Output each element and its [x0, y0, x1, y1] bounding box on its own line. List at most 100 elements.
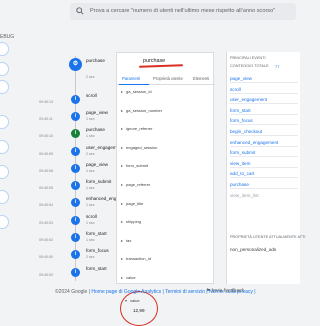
- details-tabs: Parametri Proprietà utente Elementi: [117, 75, 215, 85]
- top-event-link[interactable]: form_submit: [230, 150, 298, 158]
- count-badge: 77: [275, 64, 297, 72]
- total-count-label: CONTEGGIO TOTALE: [230, 64, 269, 68]
- top-event-link[interactable]: form_focus: [230, 118, 298, 126]
- event-time: 09:40:02: [39, 238, 53, 242]
- device-circle[interactable]: [0, 62, 9, 76]
- stream-event[interactable]: 09:40:06 i page_view 1 sec: [39, 160, 108, 178]
- device-circle[interactable]: [0, 42, 9, 56]
- event-name: form_submit: [86, 179, 112, 185]
- event-stream: ⚙ purchase 2 sec 09:40:13 i scroll 09:40:11 i pa…: [39, 56, 123, 282]
- param-row[interactable]: ▸ value: [121, 275, 136, 280]
- param-row[interactable]: ▸ ga_session_id: [121, 89, 152, 94]
- stream-event[interactable]: 09:40:04 i enhanced_engag 1 sec: [39, 194, 122, 212]
- device-circle[interactable]: [0, 140, 9, 154]
- param-row[interactable]: ▸ page_referrer: [121, 182, 150, 187]
- active-tab-indicator: [119, 84, 149, 85]
- chevron-right-icon: ▸: [121, 126, 124, 132]
- top-event-link[interactable]: user_engagement: [230, 97, 298, 105]
- top-event-link[interactable]: enhanced_engagement: [230, 140, 298, 147]
- event-icon: ⚙: [69, 58, 82, 71]
- param-row[interactable]: ▸ tax: [121, 238, 131, 243]
- top-event-link[interactable]: form_start: [230, 108, 298, 115]
- event-details-panel: purchase Parametri Proprietà utente Elem…: [116, 52, 215, 326]
- stream-event[interactable]: 09:40:13 i scroll: [39, 91, 107, 109]
- tab-parametri[interactable]: Parametri: [122, 76, 140, 81]
- chevron-right-icon: ▸: [121, 107, 124, 113]
- event-time: 09:40:00: [39, 255, 53, 260]
- event-gap: 2 sec: [86, 151, 95, 156]
- param-row[interactable]: ▸ shipping: [121, 219, 141, 224]
- chevron-down-icon: ▾: [125, 298, 128, 303]
- search-icon: [76, 7, 84, 15]
- stream-event[interactable]: 09:40:00 i form_focus 2 sec: [39, 246, 109, 264]
- stream-event[interactable]: 09:40:05 i form_submit 1 sec: [39, 177, 111, 195]
- chevron-right-icon: ▸: [121, 200, 124, 206]
- param-row[interactable]: ▸ page_title: [121, 201, 143, 206]
- top-event-link[interactable]: add_to_cart: [230, 171, 298, 179]
- event-time: 09:40:05: [39, 186, 53, 191]
- device-circle[interactable]: [0, 115, 9, 129]
- tab-proprieta-utente[interactable]: Proprietà utente: [153, 76, 183, 81]
- event-icon: i: [71, 198, 80, 208]
- stream-event[interactable]: ⚙ purchase: [41, 56, 107, 74]
- event-icon: i: [71, 181, 80, 191]
- event-name: scroll: [86, 213, 97, 219]
- param-row[interactable]: ▸ ignore_referrer: [121, 126, 152, 131]
- chevron-right-icon: ▸: [121, 163, 124, 169]
- event-icon: i: [71, 215, 80, 225]
- param-row[interactable]: ▸ transaction_id: [121, 256, 151, 261]
- event-gap: 1 sec: [86, 168, 95, 173]
- red-underline-annotation: [138, 64, 184, 68]
- stream-event[interactable]: 09:40:03 i scroll 1 sec: [39, 212, 107, 230]
- chevron-right-icon: ▸: [121, 89, 124, 94]
- stream-event[interactable]: 09:40:11 i page_view 1 sec: [39, 108, 108, 126]
- event-gap: 1 sec: [86, 203, 95, 208]
- top-event-link[interactable]: scroll: [230, 87, 298, 94]
- event-gap: 1 sec: [86, 186, 95, 191]
- search-bar[interactable]: Prova a cercare "numero di utenti nell'u…: [70, 3, 296, 20]
- device-circle[interactable]: [0, 165, 9, 179]
- stream-event[interactable]: 09:40:02 i form_start 1 sec: [39, 229, 107, 247]
- event-name: form_start: [86, 231, 107, 236]
- chevron-right-icon: ▸: [121, 275, 124, 280]
- top-event-link[interactable]: view_item_list: [230, 193, 298, 199]
- event-count: 77: [275, 64, 280, 69]
- event-icon: i: [71, 111, 80, 121]
- stream-event[interactable]: 09:40:09 i user_engagement 2 sec: [39, 143, 123, 161]
- param-row-expanded[interactable]: ▾ value: [125, 298, 140, 303]
- event-name: page_view: [86, 161, 108, 167]
- top-event-link[interactable]: view_item: [230, 161, 298, 168]
- stream-event[interactable]: 09:40:10 i purchase 1 sec: [39, 125, 107, 143]
- stream-event[interactable]: 2 sec: [41, 73, 107, 91]
- top-events-sidebar: PRINCIPALI EVENTI CONTEGGIO TOTALE 77 pa…: [226, 52, 305, 284]
- param-row[interactable]: ▸ engaged_session: [121, 145, 157, 150]
- feedback-link[interactable]: ⚑ Invia feedback: [206, 288, 244, 294]
- event-icon: i: [71, 267, 80, 277]
- tab-elementi[interactable]: Elementi: [193, 76, 209, 81]
- top-event-link[interactable]: page_view: [230, 76, 298, 83]
- param-value: 12,99: [133, 308, 145, 313]
- event-icon: i: [71, 163, 80, 173]
- event-gap: 1 sec: [86, 134, 95, 139]
- chevron-right-icon: ▸: [121, 256, 124, 262]
- param-row[interactable]: ▸ ga_session_number: [121, 108, 162, 113]
- conversion-icon: i: [71, 129, 80, 139]
- param-row[interactable]: ▸ form_submit: [121, 163, 148, 168]
- device-circle[interactable]: [0, 215, 9, 229]
- event-name: form_focus: [86, 248, 109, 254]
- event-time: 09:40:00: [39, 272, 53, 277]
- event-gap: 1 sec: [86, 238, 95, 242]
- event-time: 09:40:03: [39, 220, 53, 225]
- top-event-link[interactable]: purchase: [230, 182, 298, 189]
- device-circle[interactable]: [0, 190, 9, 204]
- event-name: page_view: [86, 109, 108, 115]
- event-name: purchase: [86, 127, 105, 133]
- user-prop-item: non_personalized_ads: [230, 247, 277, 252]
- stream-event[interactable]: 09:40:00 i form_start: [39, 264, 107, 282]
- device-circle[interactable]: [0, 80, 9, 94]
- copyright: ©2024 Google |: [55, 289, 92, 295]
- top-events-header: PRINCIPALI EVENTI: [230, 56, 266, 60]
- event-name: scroll: [86, 92, 97, 98]
- event-gap: 1 sec: [86, 116, 95, 121]
- top-event-link[interactable]: begin_checkout: [230, 129, 298, 136]
